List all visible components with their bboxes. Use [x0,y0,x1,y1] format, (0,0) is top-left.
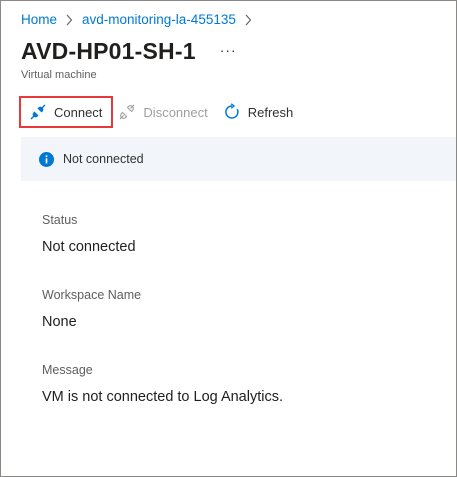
status-field: Status Not connected [42,213,136,255]
page-title: AVD-HP01-SH-1 [21,38,196,64]
disconnect-button[interactable]: Disconnect [118,97,208,127]
workspace-name-value: None [42,314,77,330]
info-icon [39,151,54,167]
message-field: Message VM is not connected to Log Analy… [42,363,283,405]
plug-connect-icon [30,104,46,120]
command-bar: Connect Disconnect Refresh [19,96,293,128]
plug-disconnect-icon [119,104,135,120]
title-row: AVD-HP01-SH-1 ··· [21,38,237,65]
blade-panel: Home avd-monitoring-la-455135 AVD-HP01-S… [0,0,457,477]
status-value: Not connected [42,239,136,255]
connect-button[interactable]: Connect [19,96,114,128]
workspace-name-label: Workspace Name [42,288,142,302]
disconnect-label: Disconnect [143,104,208,120]
chevron-right-icon [66,14,73,25]
connect-label: Connect [54,104,103,120]
refresh-button[interactable]: Refresh [223,97,294,127]
info-banner: Not connected [21,137,456,181]
status-label: Status [42,213,78,227]
more-options-button[interactable]: ··· [220,42,237,58]
message-label: Message [42,363,93,377]
page-subtitle: Virtual machine [21,69,97,81]
breadcrumb-workspace-link[interactable]: avd-monitoring-la-455135 [82,12,236,27]
breadcrumb-home-link[interactable]: Home [21,12,57,27]
chevron-right-icon [245,14,252,25]
message-value: VM is not connected to Log Analytics. [42,389,283,405]
refresh-icon [224,103,239,119]
refresh-label: Refresh [247,104,294,120]
info-banner-text: Not connected [63,152,144,166]
breadcrumb: Home avd-monitoring-la-455135 [21,12,261,27]
workspace-name-field: Workspace Name None [42,288,141,330]
